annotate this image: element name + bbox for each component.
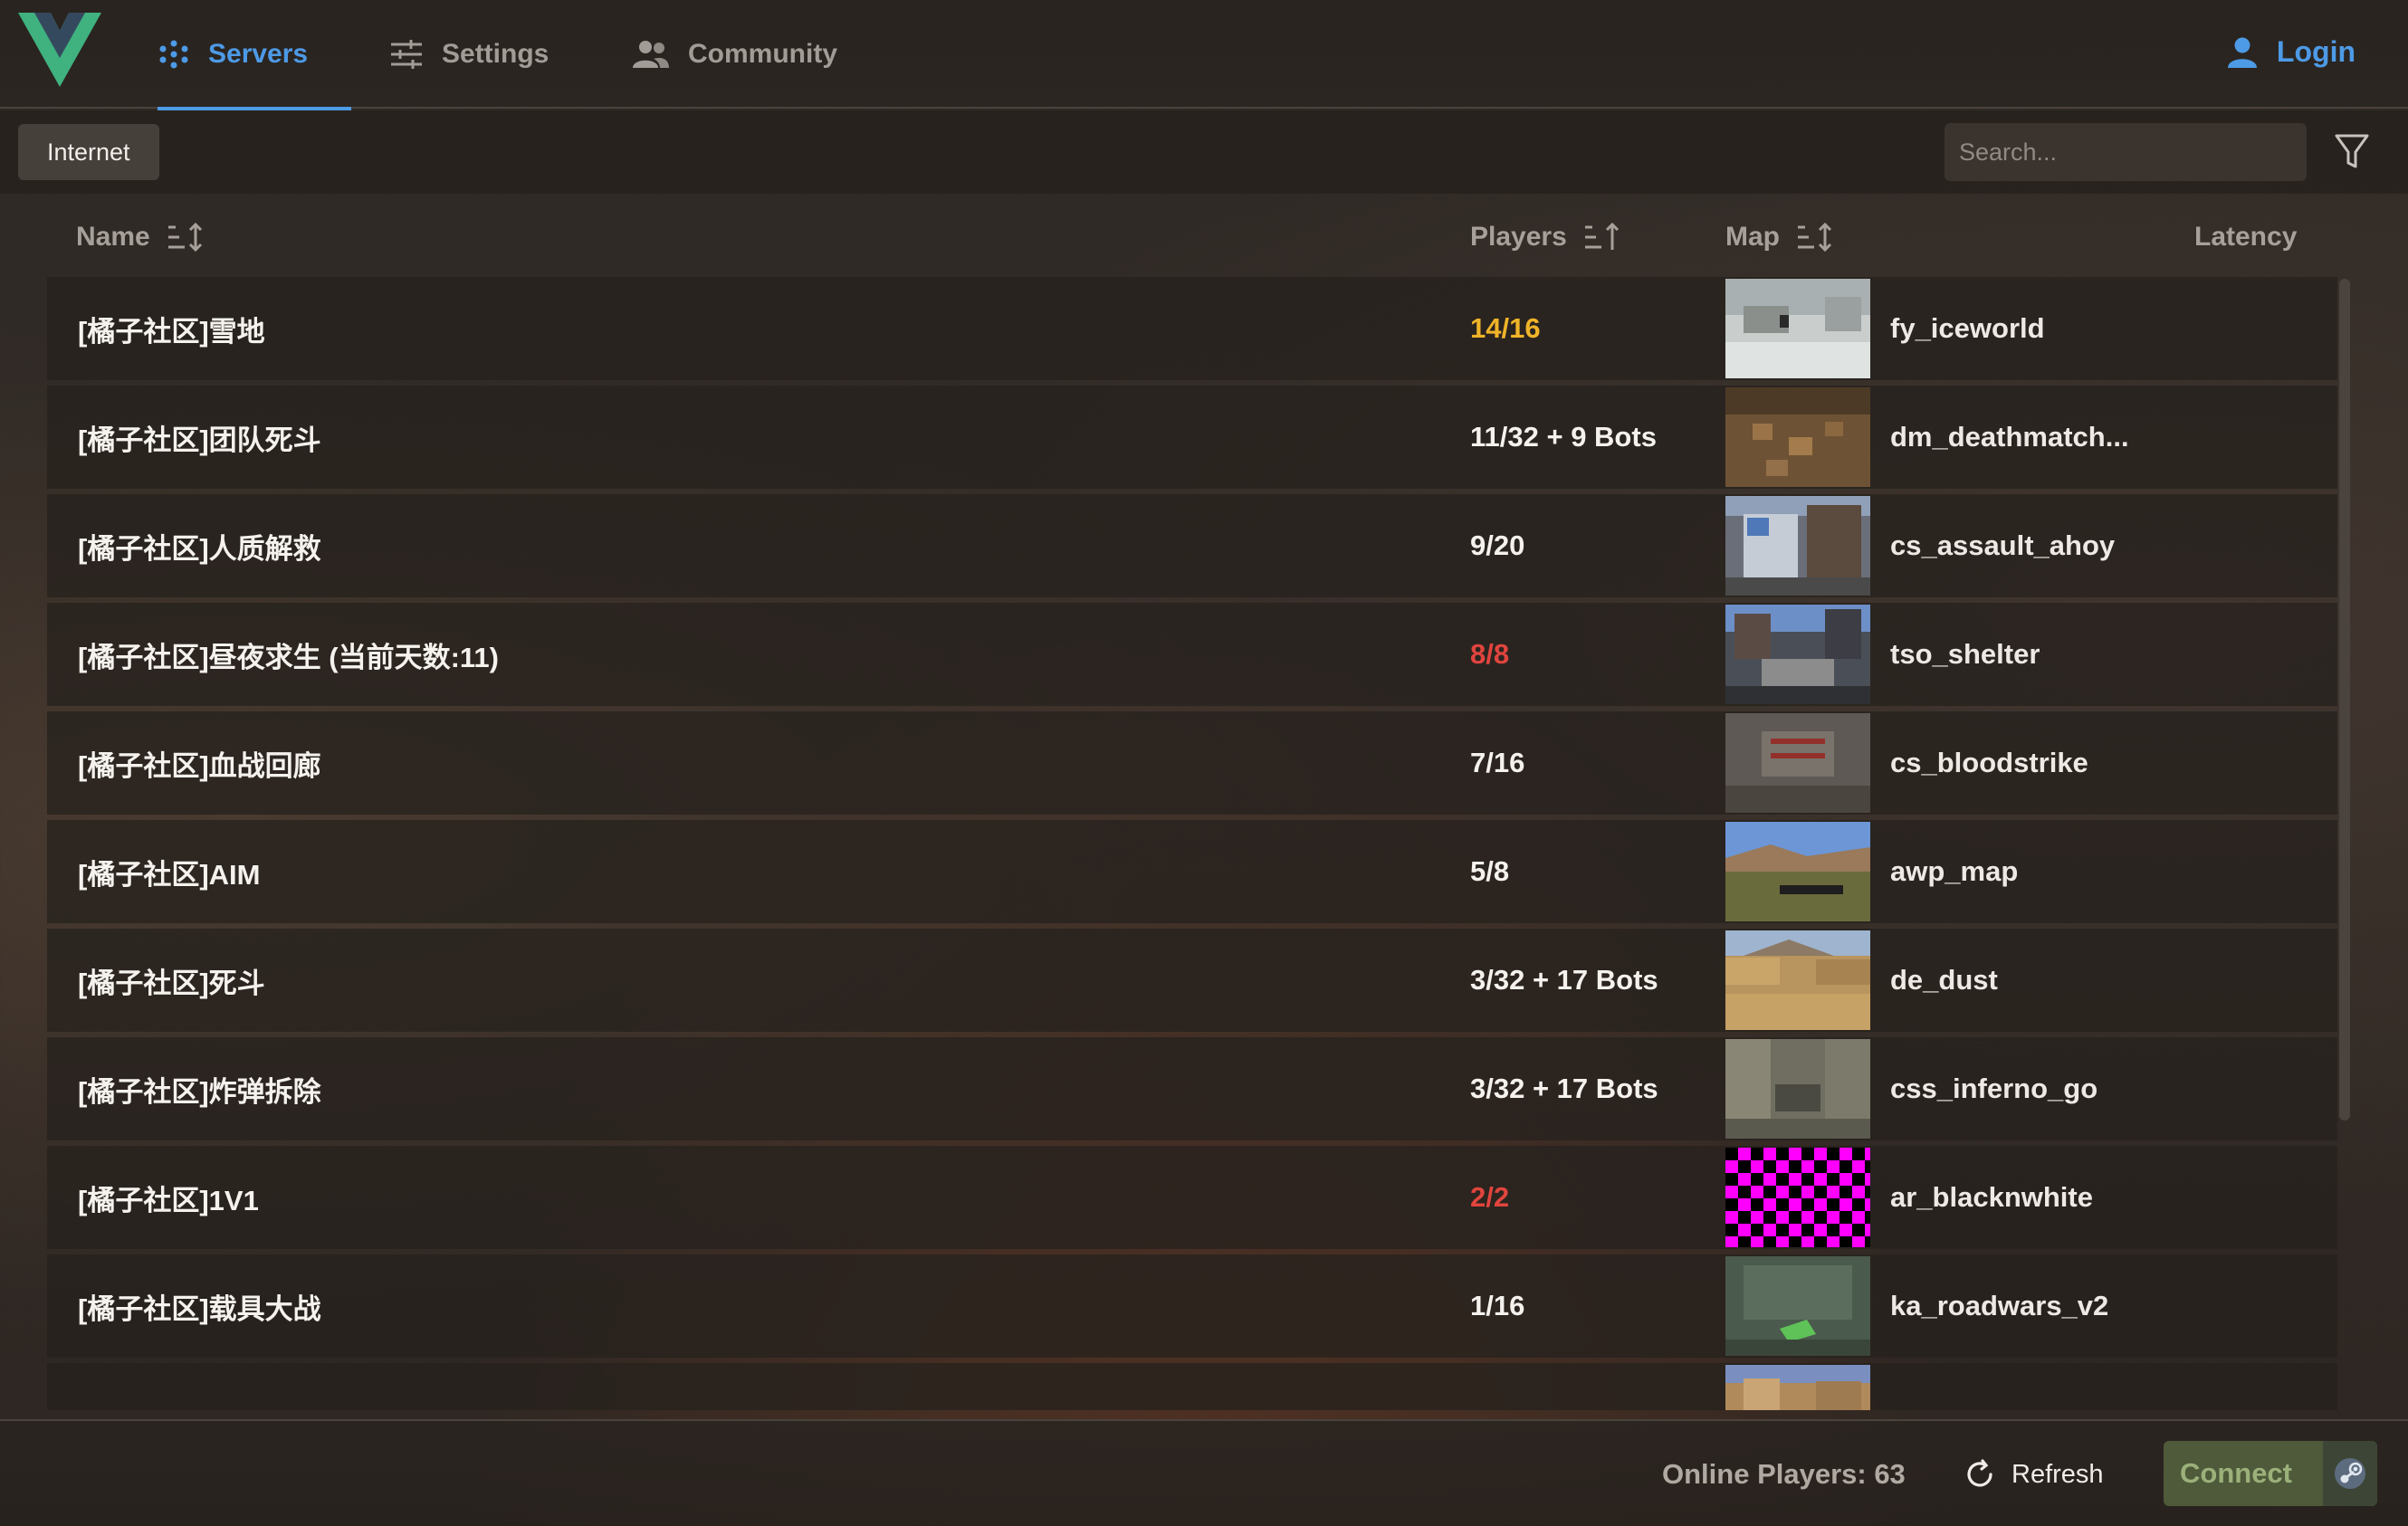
table-row[interactable]: [橘子社区]AIM 5/8 awp_map <box>47 820 2337 923</box>
table-row[interactable]: [橘子社区]炸弹拆除 3/32 + 17 Bots css_inferno_go <box>47 1037 2337 1140</box>
column-header-latency[interactable]: Latency <box>2194 201 2297 273</box>
server-map: css_inferno_go <box>1890 1073 2098 1104</box>
table-row[interactable]: [橘子社区]团队死斗 11/32 + 9 Bots dm_deathmatch.… <box>47 386 2337 489</box>
table-header: Name Players Map Latency <box>47 201 2337 273</box>
table-row[interactable]: [橘子社区]死斗 3/32 + 17 Bots de_dust <box>47 929 2337 1032</box>
server-players: 11/32 + 9 Bots <box>1470 421 1657 453</box>
map-thumbnail <box>1725 1148 1870 1247</box>
column-map-label: Map <box>1725 222 1780 252</box>
people-icon <box>633 41 669 68</box>
map-thumbnail <box>1725 605 1870 704</box>
column-name-label: Name <box>76 222 150 252</box>
server-players: 3/32 + 17 Bots <box>1470 964 1658 996</box>
server-name: [橘子社区]人质解救 <box>78 532 321 565</box>
server-map: tso_shelter <box>1890 638 2040 670</box>
column-header-players[interactable]: Players <box>1470 201 1621 273</box>
server-name: [橘子社区]雪地 <box>78 315 265 348</box>
server-map: cs_bloodstrike <box>1890 747 2088 778</box>
server-name: [橘子社区]死斗 <box>78 967 265 999</box>
footer-bar: Online Players: 63 Refresh Connect <box>0 1419 2408 1526</box>
login-label: Login <box>2276 35 2355 68</box>
tab-settings[interactable]: Settings <box>389 0 549 109</box>
user-icon <box>2227 37 2257 68</box>
toolbar: Internet <box>0 110 2408 194</box>
server-map: fy_iceworld <box>1890 312 2045 344</box>
tab-servers[interactable]: Servers <box>158 0 351 110</box>
refresh-label: Refresh <box>2011 1459 2104 1489</box>
cluster-dots-icon <box>159 40 188 69</box>
table-row[interactable]: [橘子社区]昼夜求生 (当前天数:11) 8/8 tso_shelter <box>47 603 2337 706</box>
server-map: dm_deathmatch... <box>1890 421 2129 453</box>
column-latency-label: Latency <box>2194 222 2298 252</box>
table-row[interactable]: [橘子社区]雪地 14/16 fy_iceworld <box>47 277 2337 380</box>
server-name: [橘子社区]AIM <box>78 858 261 891</box>
map-thumbnail <box>1725 713 1870 813</box>
sort-icon <box>1798 222 1832 253</box>
server-players: 8/8 <box>1470 638 1510 670</box>
connect-button[interactable]: Connect <box>2164 1441 2377 1506</box>
refresh-button[interactable]: Refresh <box>1964 1421 2104 1526</box>
server-map: ka_roadwars_v2 <box>1890 1290 2109 1321</box>
tab-community-label: Community <box>688 39 837 69</box>
server-name: [橘子社区]炸弹拆除 <box>78 1075 321 1108</box>
server-name: [橘子社区]1V1 <box>78 1184 259 1216</box>
online-players-count: Online Players: 63 <box>1662 1458 1906 1490</box>
server-players: 14/16 <box>1470 312 1541 344</box>
server-players: 1/16 <box>1470 1290 1525 1321</box>
internet-filter-chip[interactable]: Internet <box>18 124 159 180</box>
steam-icon <box>2323 1441 2377 1506</box>
server-map: cs_assault_ahoy <box>1890 529 2116 561</box>
tab-servers-label: Servers <box>208 39 309 69</box>
map-thumbnail <box>1725 279 1870 378</box>
map-thumbnail <box>1725 1039 1870 1139</box>
search-input[interactable] <box>1945 123 2307 181</box>
server-name: [橘子社区]血战回廊 <box>78 749 321 782</box>
server-players: 5/8 <box>1470 855 1510 887</box>
map-thumbnail <box>1725 930 1870 1030</box>
server-name: [橘子社区]团队死斗 <box>78 424 321 456</box>
table-row[interactable]: [橘子社区]血战回廊 7/16 cs_bloodstrike <box>47 711 2337 815</box>
sliders-icon <box>391 40 422 69</box>
map-thumbnail <box>1725 496 1870 596</box>
map-thumbnail <box>1725 387 1870 487</box>
table-row[interactable] <box>47 1363 2337 1410</box>
server-name: [橘子社区]载具大战 <box>78 1292 321 1325</box>
tab-settings-label: Settings <box>442 39 549 69</box>
server-list: [橘子社区]雪地 14/16 fy_iceworld [橘子社区]团队死斗 11… <box>47 277 2337 1410</box>
server-players: 3/32 + 17 Bots <box>1470 1073 1658 1104</box>
server-map: awp_map <box>1890 855 2019 887</box>
server-players: 9/20 <box>1470 529 1525 561</box>
column-header-name[interactable]: Name <box>76 201 205 273</box>
column-header-map[interactable]: Map <box>1725 201 1834 273</box>
map-thumbnail <box>1725 822 1870 921</box>
server-map: ar_blacknwhite <box>1890 1181 2093 1213</box>
login-button[interactable]: Login <box>2226 0 2355 104</box>
map-thumbnail <box>1725 1256 1870 1356</box>
map-thumbnail <box>1725 1365 1870 1410</box>
app-logo <box>18 13 101 87</box>
top-navigation-bar: Servers Settings Community Login <box>0 0 2408 110</box>
server-map: de_dust <box>1890 964 1998 996</box>
tab-community[interactable]: Community <box>632 0 837 109</box>
server-players: 7/16 <box>1470 747 1525 778</box>
server-players: 2/2 <box>1470 1181 1510 1213</box>
refresh-icon <box>1967 1459 1992 1487</box>
table-row[interactable]: [橘子社区]人质解救 9/20 cs_assault_ahoy <box>47 494 2337 597</box>
server-name: [橘子社区]昼夜求生 (当前天数:11) <box>78 641 499 673</box>
table-row[interactable]: [橘子社区]1V1 2/2 ar_blacknwhite <box>47 1146 2337 1249</box>
sort-ascending-icon <box>1584 222 1619 250</box>
table-row[interactable]: [橘子社区]载具大战 1/16 ka_roadwars_v2 <box>47 1254 2337 1358</box>
scrollbar[interactable] <box>2339 279 2350 1121</box>
connect-label: Connect <box>2180 1457 2292 1489</box>
sort-icon <box>167 222 202 253</box>
column-players-label: Players <box>1470 222 1567 252</box>
filter-icon[interactable] <box>2334 132 2370 172</box>
